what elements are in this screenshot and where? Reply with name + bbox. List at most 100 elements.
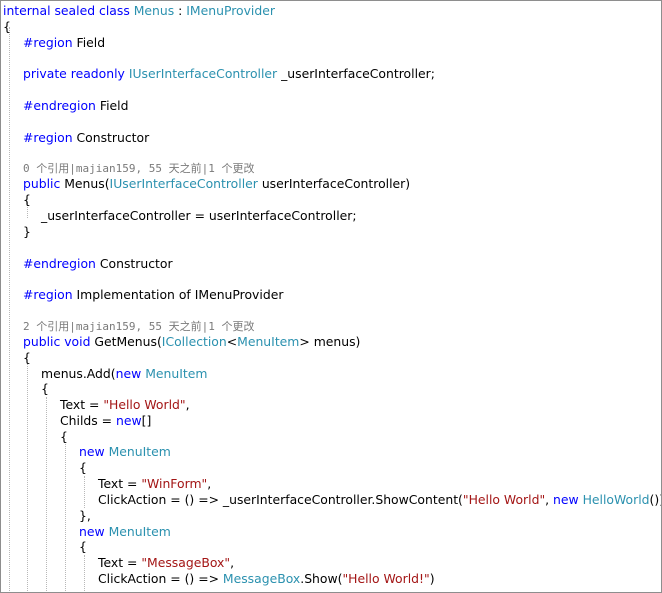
code-token: { <box>60 429 68 444</box>
code-token: private readonly <box>23 66 129 81</box>
code-line: ClickAction = () => MessageBox.Show("Hel… <box>98 571 435 587</box>
code-token: ) <box>429 571 435 586</box>
code-line: public void GetMenus(ICollection<MenuIte… <box>23 334 360 350</box>
code-token: new <box>79 444 109 459</box>
code-token: new <box>115 366 146 381</box>
code-token: MessageBox <box>222 571 301 586</box>
code-token: menus.Add( <box>41 366 116 381</box>
code-token: _userInterfaceController = userInterface… <box>41 208 357 223</box>
code-line: }, <box>79 508 91 524</box>
code-token: { <box>79 539 87 554</box>
code-line: Text = "Hello World", <box>60 397 190 413</box>
code-line: } <box>23 224 31 240</box>
code-token: "Hello World" <box>462 492 546 507</box>
code-token: #region <box>23 35 73 50</box>
code-token: IUserInterfaceController <box>109 176 258 191</box>
code-line: #endregion Field <box>23 98 128 114</box>
code-token: , <box>230 555 235 570</box>
code-line: { <box>60 429 68 445</box>
code-token: #region <box>23 130 73 145</box>
code-token: }, <box>79 508 91 523</box>
code-line: #region Field <box>23 35 105 51</box>
code-line: #endregion Constructor <box>23 256 173 272</box>
code-token: Field <box>72 35 106 50</box>
code-token: Implementation of IMenuProvider <box>72 287 284 302</box>
code-token: { <box>79 460 87 475</box>
code-token: { <box>23 192 31 207</box>
code-line: { <box>23 192 31 208</box>
code-line: #region Implementation of IMenuProvider <box>23 287 283 303</box>
code-token: new <box>553 492 583 507</box>
code-token: Text = <box>98 555 142 570</box>
code-token: "Hello World" <box>103 397 186 412</box>
code-line: Text = "MessageBox", <box>98 555 234 571</box>
code-token: IMenuProvider <box>186 3 275 18</box>
code-token: Constructor <box>72 130 150 145</box>
code-line: ClickAction = () => _userInterfaceContro… <box>98 492 661 508</box>
code-line: #region Constructor <box>23 130 149 146</box>
code-token: Field <box>95 98 129 113</box>
indent-guide <box>46 397 47 592</box>
code-token: HelloWorld <box>582 492 650 507</box>
code-line: menus.Add(new MenuItem <box>41 366 207 382</box>
code-token: Menus( <box>64 176 110 191</box>
code-token: ICollection <box>161 334 227 349</box>
code-token: userInterfaceController) <box>257 176 411 191</box>
indent-guide <box>9 27 10 592</box>
codelens-annotation[interactable]: 0 个引用|majian159, 55 天之前|1 个更改 <box>23 161 254 177</box>
code-line: public Menus(IUserInterfaceController us… <box>23 176 410 192</box>
code-line: Text = "WinForm", <box>98 476 211 492</box>
code-token: "MessageBox" <box>141 555 231 570</box>
code-token: { <box>3 19 11 34</box>
code-token: ()) <box>649 492 661 507</box>
code-token: #endregion <box>23 256 96 271</box>
code-line: internal sealed class Menus : IMenuProvi… <box>3 3 275 19</box>
code-token: Text = <box>98 476 142 491</box>
code-token: .Show( <box>300 571 343 586</box>
code-token: Text = <box>60 397 104 412</box>
code-token: MenuItem <box>237 334 300 349</box>
code-token: _userInterfaceController; <box>277 66 435 81</box>
code-line: { <box>79 539 87 555</box>
code-token: 2 个引用|majian159, 55 天之前|1 个更改 <box>23 320 255 333</box>
code-token: > menus) <box>299 334 361 349</box>
code-line: new MenuItem <box>79 444 171 460</box>
indent-guide <box>27 364 28 592</box>
code-token: public <box>23 176 65 191</box>
code-token: : <box>174 3 187 18</box>
code-token: , <box>185 397 190 412</box>
code-token: internal sealed class <box>3 3 134 18</box>
indent-guide <box>84 476 85 508</box>
code-token: #endregion <box>23 98 96 113</box>
code-token: ClickAction = () => _userInterfaceContro… <box>98 492 463 507</box>
code-token: { <box>23 350 31 365</box>
code-token: new <box>115 413 142 428</box>
code-line: { <box>23 350 31 366</box>
code-token: MenuItem <box>108 444 171 459</box>
code-token: Childs = <box>60 413 116 428</box>
code-token: } <box>23 224 31 239</box>
code-token: [] <box>141 413 152 428</box>
code-line: { <box>41 381 49 397</box>
code-token: public void <box>23 334 95 349</box>
code-token: "WinForm" <box>141 476 208 491</box>
code-line: _userInterfaceController = userInterface… <box>41 208 357 224</box>
code-token: Constructor <box>95 256 173 271</box>
indent-guide <box>65 444 66 592</box>
code-token: { <box>41 381 49 396</box>
code-token: GetMenus( <box>94 334 162 349</box>
code-token: , <box>545 492 554 507</box>
code-line: Childs = new[] <box>60 413 151 429</box>
code-token: MenuItem <box>145 366 208 381</box>
code-token: new <box>79 524 109 539</box>
code-line: { <box>3 19 11 35</box>
code-token: ClickAction = () => <box>98 571 223 586</box>
codelens-annotation[interactable]: 2 个引用|majian159, 55 天之前|1 个更改 <box>23 319 254 335</box>
code-token: Menus <box>133 3 175 18</box>
code-line: new MenuItem <box>79 524 171 540</box>
code-line: { <box>79 460 87 476</box>
code-token: #region <box>23 287 73 302</box>
indent-guide <box>84 555 85 592</box>
code-token: IUserInterfaceController <box>128 66 278 81</box>
code-editor[interactable]: internal sealed class Menus : IMenuProvi… <box>0 0 662 593</box>
